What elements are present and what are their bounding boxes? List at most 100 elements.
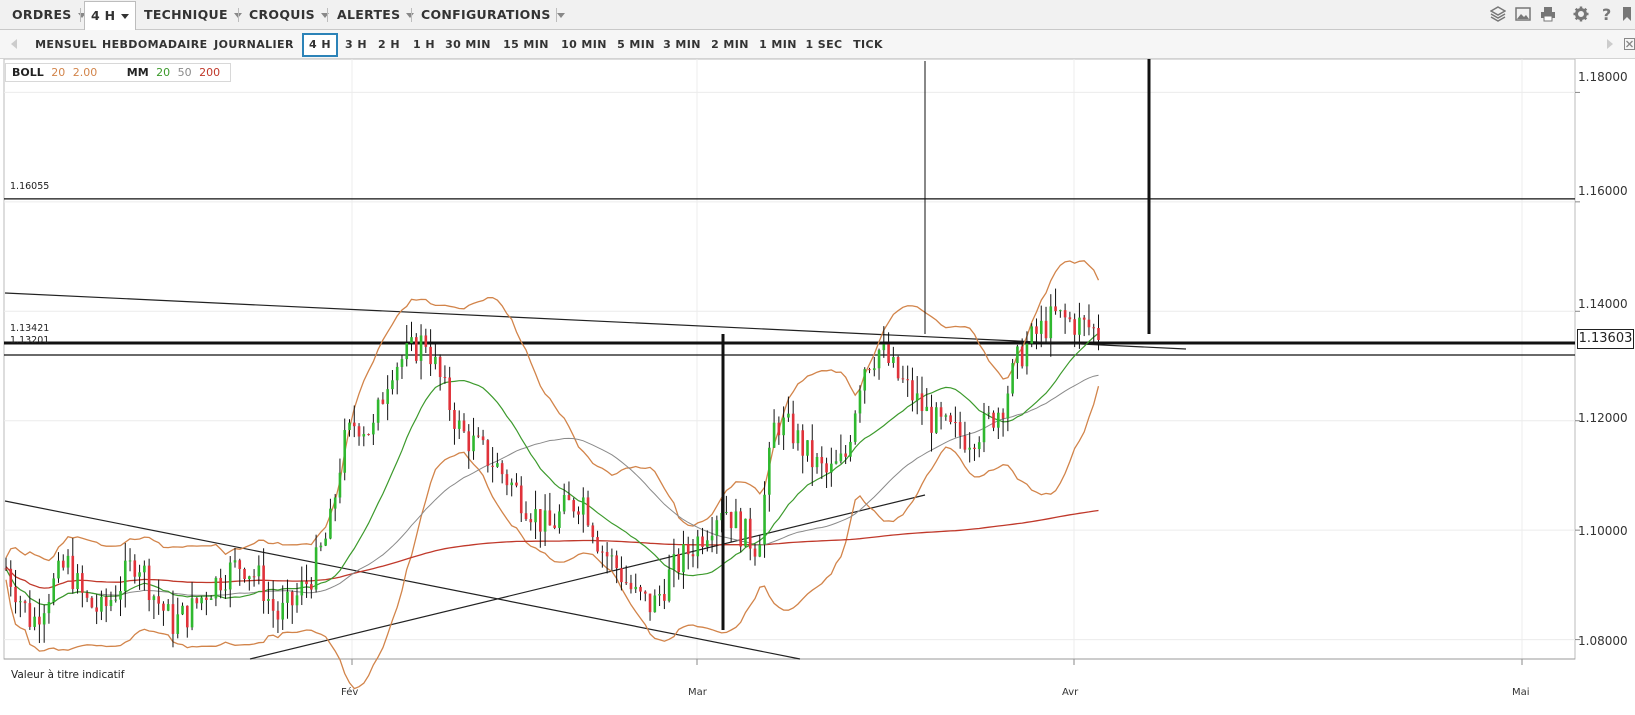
candle-body <box>28 603 32 627</box>
candle-body <box>71 555 75 590</box>
price-tick: 1.16000 <box>1578 184 1628 198</box>
timeframe-tick[interactable]: TICK <box>848 33 888 57</box>
current-price-tag: 1.13603 <box>1577 329 1634 349</box>
bollinger-bands <box>5 260 1100 690</box>
candle-body <box>119 591 122 600</box>
menu-technique[interactable]: TECHNIQUE <box>144 0 242 30</box>
candle-body <box>367 434 370 436</box>
candle-body <box>648 593 652 613</box>
candle-body <box>806 440 809 456</box>
candle-body <box>109 600 113 607</box>
timeframe-4-h[interactable]: 4 H <box>302 33 338 57</box>
candle-body <box>939 407 943 417</box>
candle-body <box>38 616 41 625</box>
candle-body <box>138 572 141 577</box>
scroll-left-icon[interactable] <box>10 39 18 49</box>
indicator-legend[interactable]: BOLL 20 2.00 MM 20 50 200 <box>5 63 232 82</box>
candle-body <box>429 346 432 365</box>
candle-body <box>691 554 695 557</box>
timeframe-2-min[interactable]: 2 MIN <box>708 33 752 57</box>
candle-body <box>715 520 719 536</box>
candle-body <box>248 576 251 580</box>
image-icon[interactable] <box>1515 6 1531 22</box>
candle-body <box>968 447 971 450</box>
timeframe-15-min[interactable]: 15 MIN <box>498 33 554 57</box>
help-icon[interactable]: ? <box>1599 6 1615 22</box>
timeframe-30-min[interactable]: 30 MIN <box>442 33 494 57</box>
candle-body <box>605 551 609 557</box>
candle-body <box>252 576 256 578</box>
bookmark-icon[interactable] <box>1622 6 1632 22</box>
candle-body <box>477 435 480 437</box>
menu-configurations-label: CONFIGURATIONS <box>421 7 551 22</box>
candle-body <box>548 510 552 526</box>
candle-body <box>224 589 227 591</box>
timeframe-hebdomadaire[interactable]: HEBDOMADAIRE <box>102 33 207 57</box>
candle-body <box>257 565 261 577</box>
timeframe-2-h[interactable]: 2 H <box>374 33 404 57</box>
timeframe-1-h[interactable]: 1 H <box>408 33 440 57</box>
candle-body <box>729 511 733 529</box>
candle-body <box>467 431 471 452</box>
menu-alertes[interactable]: ALERTES <box>337 0 415 30</box>
candle-body <box>66 555 70 568</box>
menu-ordres[interactable]: ORDRES <box>12 0 86 30</box>
chart-area[interactable]: BOLL 20 2.00 MM 20 50 200 1.16055 1.1342… <box>0 59 1635 715</box>
candle-body <box>434 356 437 365</box>
candle-body <box>1082 317 1086 320</box>
candle-body <box>166 604 170 611</box>
candle-body <box>133 560 137 577</box>
candle-body <box>448 377 451 411</box>
candle-body <box>1035 326 1038 334</box>
candle-body <box>782 417 785 436</box>
price-tick: 1.08000 <box>1578 634 1628 648</box>
candle-body <box>243 568 246 580</box>
gear-icon[interactable] <box>1573 6 1589 22</box>
candle-body <box>858 390 862 414</box>
timeframe-10-min[interactable]: 10 MIN <box>558 33 610 57</box>
candle-body <box>934 407 938 433</box>
legend-boll-label: BOLL <box>12 66 44 79</box>
menu-configurations[interactable]: CONFIGURATIONS <box>421 0 565 30</box>
timeframe-1-min[interactable]: 1 MIN <box>756 33 800 57</box>
candle-body <box>844 453 847 457</box>
timeframe-journalier[interactable]: JOURNALIER <box>212 33 296 57</box>
timeframe-5-min[interactable]: 5 MIN <box>616 33 656 57</box>
timeframe-mensuel[interactable]: MENSUEL <box>30 33 102 57</box>
candle-body <box>190 598 194 628</box>
layers-icon[interactable] <box>1490 6 1506 22</box>
candle-body <box>419 335 423 361</box>
candle-body <box>319 545 323 548</box>
timeframe-3-min[interactable]: 3 MIN <box>660 33 704 57</box>
candle-body <box>658 594 661 596</box>
candle-body <box>453 410 456 429</box>
candle-body <box>705 540 709 547</box>
candle-body <box>710 535 714 541</box>
candle-body <box>753 548 757 557</box>
price-chart[interactable] <box>0 59 1635 715</box>
candle-body <box>796 430 800 444</box>
candle-body <box>271 599 275 611</box>
candle-body <box>977 442 981 450</box>
timeframe-3-h[interactable]: 3 H <box>340 33 372 57</box>
moving-averages <box>5 332 1099 606</box>
candle-body <box>414 337 418 361</box>
candle-body <box>601 551 604 553</box>
menu-separator <box>238 8 239 22</box>
candle-body <box>152 596 156 601</box>
menu-croquis[interactable]: CROQUIS <box>249 0 329 30</box>
candle-body <box>768 447 771 495</box>
candle-body <box>677 554 680 573</box>
level-label: 1.13421 <box>10 323 50 334</box>
print-icon[interactable] <box>1540 6 1556 22</box>
candle-body <box>128 560 132 562</box>
candle-body <box>519 485 523 514</box>
close-icon[interactable] <box>1624 38 1635 50</box>
candle-body <box>1087 319 1091 328</box>
menu-timeframe[interactable]: 4 H <box>84 1 137 30</box>
scroll-right-icon[interactable] <box>1606 39 1614 49</box>
candle-body <box>171 604 175 634</box>
candle-body <box>300 581 304 596</box>
timeframe-1-sec[interactable]: 1 SEC <box>804 33 844 57</box>
candle-body <box>834 461 838 464</box>
